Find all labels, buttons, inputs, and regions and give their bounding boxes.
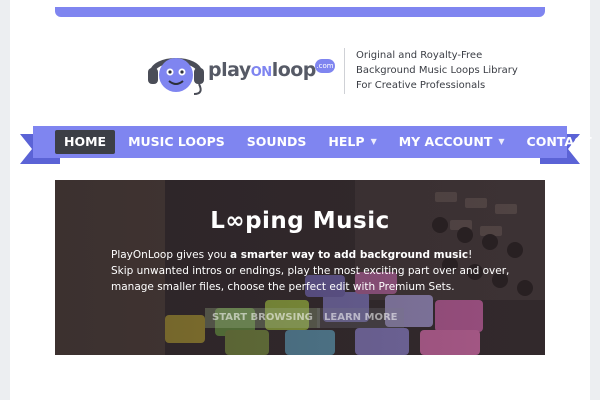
- chevron-down-icon: ▼: [498, 137, 505, 146]
- nav-item-contact[interactable]: CONTACT: [518, 130, 600, 154]
- tagline-line: Original and Royalty-Free: [356, 50, 483, 61]
- nav-item-home[interactable]: HOME: [55, 130, 116, 154]
- hero-line-2: Skip unwanted intros or endings, play th…: [111, 265, 510, 277]
- main-nav: HOME MUSIC LOOPS SOUNDS HELP ▼ MY ACCOUNT…: [33, 126, 592, 158]
- hero-highlight: a smarter way to add background music: [230, 249, 469, 261]
- nav-item-label: MY ACCOUNT: [398, 134, 493, 149]
- site-tagline: Original and Royalty-Free Background Mus…: [356, 48, 526, 93]
- logo-word-loop: loop: [271, 59, 317, 81]
- site-logo[interactable]: playONloop .com: [144, 48, 339, 98]
- logo-com-badge: .com: [315, 59, 335, 73]
- chevron-down-icon: ▼: [370, 137, 377, 146]
- hero-line-3: manage smaller files, choose the perfect…: [111, 281, 455, 293]
- hero-line-1: PlayOnLoop gives you a smarter way to ad…: [111, 247, 531, 263]
- hero-description: PlayOnLoop gives you a smarter way to ad…: [111, 247, 531, 295]
- tagline-line: Background Music Loops Library: [356, 65, 518, 76]
- learn-more-button[interactable]: LEARN MORE: [317, 308, 405, 328]
- hero-banner: L∞ping Music PlayOnLoop gives you a smar…: [55, 180, 545, 355]
- nav-item-label: MUSIC LOOPS: [128, 134, 225, 149]
- start-browsing-button[interactable]: START BROWSING: [205, 308, 320, 328]
- nav-item-label: CONTACT: [526, 134, 592, 149]
- headphones-mascot-icon: [148, 58, 204, 95]
- tagline-line: For Creative Professionals: [356, 80, 486, 91]
- hero-text-span: !: [468, 249, 473, 261]
- nav-item-my-account[interactable]: MY ACCOUNT ▼: [390, 130, 514, 154]
- nav-item-label: SOUNDS: [246, 134, 307, 149]
- nav-item-label: HELP: [328, 134, 365, 149]
- hero-title: L∞ping Music: [210, 208, 390, 234]
- nav-item-label: HOME: [64, 134, 107, 149]
- logo-word-play: play: [208, 59, 251, 81]
- nav-item-music-loops[interactable]: MUSIC LOOPS: [119, 130, 234, 154]
- header-divider: [344, 48, 345, 94]
- top-accent-bar: [55, 7, 545, 17]
- logo-wordmark: playONloop: [208, 59, 316, 81]
- nav-item-sounds[interactable]: SOUNDS: [238, 130, 316, 154]
- nav-item-help[interactable]: HELP ▼: [319, 130, 385, 154]
- logo-word-on: ON: [250, 65, 272, 80]
- hero-text-span: PlayOnLoop gives you: [111, 249, 231, 261]
